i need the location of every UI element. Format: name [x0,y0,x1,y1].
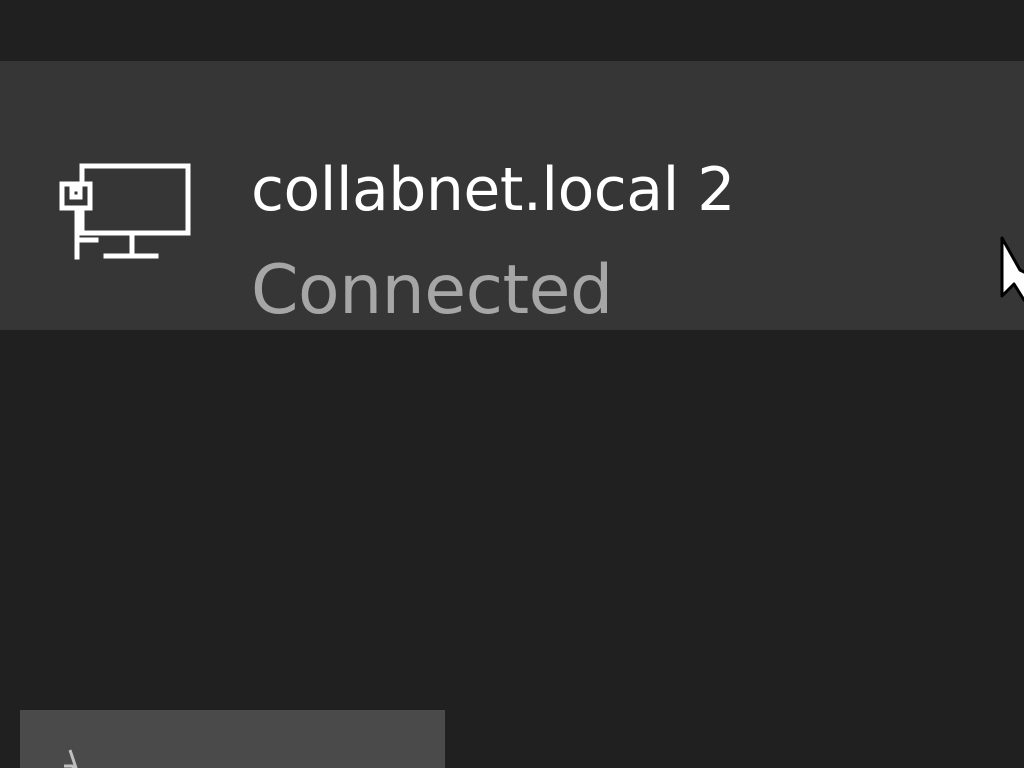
network-status: Connected [251,251,613,330]
network-name: collabnet.local 2 [251,155,735,225]
airplane-mode-tile[interactable] [20,710,445,768]
wired-network-icon [59,163,191,260]
mouse-pointer-icon [1000,236,1024,302]
airplane-mode-icon [64,749,78,768]
network-list-item-collabnet[interactable]: collabnet.local 2 Connected [0,61,1024,330]
network-flyout: collabnet.local 2 Connected [0,0,1024,768]
